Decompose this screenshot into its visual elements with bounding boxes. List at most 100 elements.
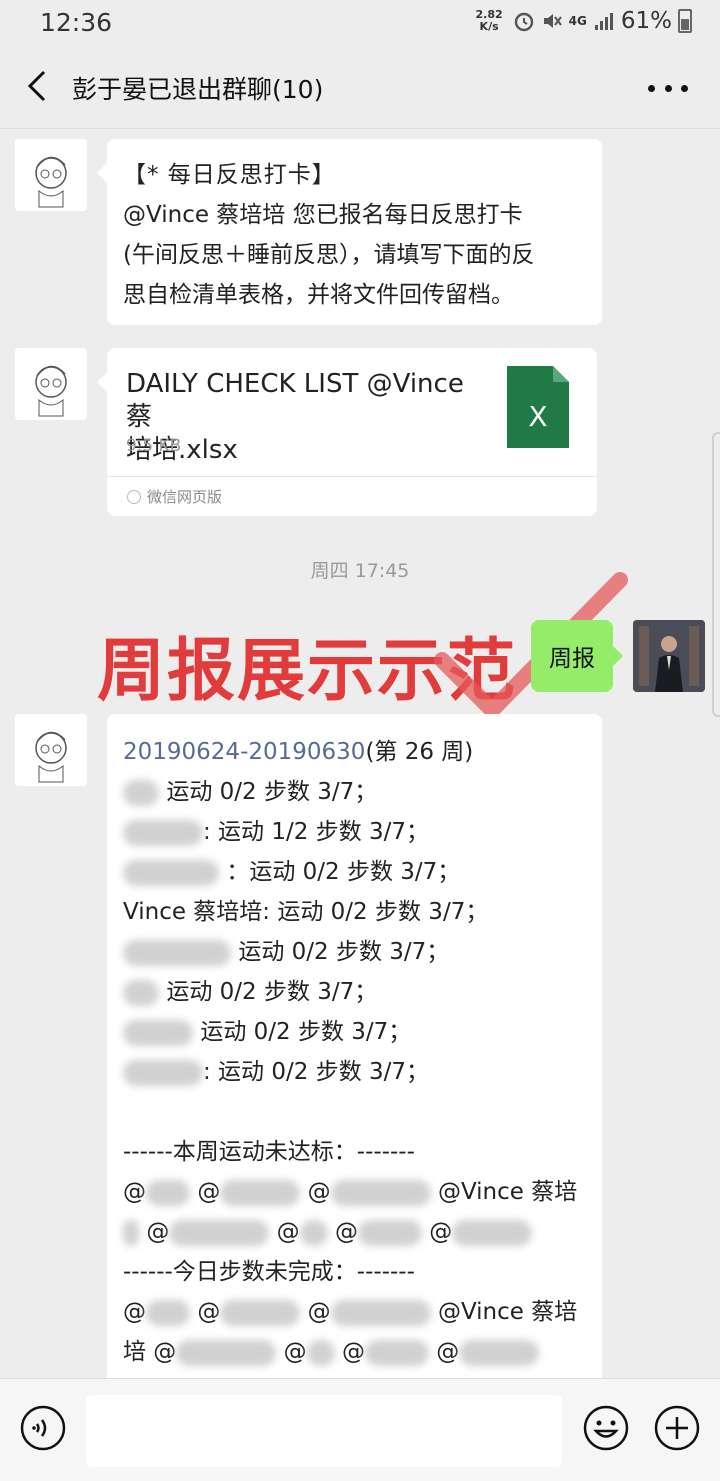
chat-input-bar [0, 1378, 720, 1481]
report-title-line: 20190624-20190630(第 26 周) [123, 732, 588, 772]
section-header: ------今日步数未完成：------- [123, 1259, 415, 1285]
mention: @ [197, 1299, 221, 1325]
report-row-text: 运动 0/2 步数 3/7； [238, 939, 450, 965]
battery-icon [678, 9, 692, 33]
excel-file-icon: X [507, 366, 569, 448]
message-timestamp: 周四 17:45 [310, 560, 410, 582]
my-avatar[interactable] [633, 620, 705, 692]
report-row-text: 运动 0/2 步数 3/7； [166, 779, 378, 805]
mention: 培 @ [123, 1339, 177, 1365]
overlay-caption: 周报展示示范 [97, 632, 518, 711]
redacted-name [123, 979, 159, 1006]
voice-icon[interactable] [19, 1404, 67, 1452]
message-input[interactable] [86, 1395, 562, 1467]
report-row: ：运动 0/2 步数 3/7； [123, 852, 588, 892]
mention-row: @ @ @ @Vince 蔡培 [123, 1172, 588, 1212]
divider [107, 476, 597, 477]
my-message-bubble[interactable]: 周报 [531, 620, 623, 692]
redacted-name [176, 1339, 277, 1366]
report-row: : 运动 0/2 步数 3/7； [123, 1052, 588, 1092]
redacted-name [123, 819, 203, 846]
report-row: 运动 0/2 步数 3/7； [123, 972, 588, 1012]
emoji-icon[interactable] [582, 1404, 630, 1452]
mention: @Vince 蔡培 [437, 1179, 578, 1205]
report-row-text: 运动 0/2 步数 3/7； [200, 1019, 412, 1045]
mention: @Vince 蔡培 [437, 1299, 578, 1325]
mention: @ [276, 1219, 300, 1245]
more-dots-icon[interactable] [648, 74, 688, 102]
report-row-text: : 运动 1/2 步数 3/7； [203, 819, 430, 845]
redacted-name [123, 859, 219, 886]
redacted-name [146, 1179, 190, 1206]
report-row-text: : 运动 0/2 步数 3/7； [203, 1059, 430, 1085]
file-source: 微信网页版 [127, 486, 222, 507]
redacted-name [123, 1059, 203, 1086]
battery-percent: 61% [620, 8, 672, 34]
report-row-text: 运动 0/2 步数 3/7； [166, 979, 378, 1005]
report-row-text: ：运动 0/2 步数 3/7； [226, 859, 461, 885]
back-arrow-icon[interactable] [20, 66, 60, 106]
mention: @ [283, 1339, 307, 1365]
report-row: : 运动 1/2 步数 3/7； [123, 812, 588, 852]
file-source-label: 微信网页版 [147, 488, 223, 506]
redacted-name [299, 1219, 328, 1246]
redacted-name [220, 1179, 301, 1206]
section-header: ------本周运动未达标：------- [123, 1139, 415, 1165]
message-line: 【* 每日反思打卡】 [123, 162, 336, 188]
file-size: 9.5 KB [126, 436, 182, 456]
redacted-name [306, 1339, 335, 1366]
plus-icon[interactable] [653, 1404, 701, 1452]
redacted-name [123, 1019, 193, 1046]
mention: @ [307, 1299, 331, 1325]
mention: @ [146, 1219, 170, 1245]
redacted-name [330, 1299, 431, 1326]
redacted-name [123, 1219, 139, 1246]
status-time: 12:36 [40, 8, 113, 37]
redacted-name [364, 1339, 429, 1366]
redacted-name [123, 939, 231, 966]
report-message-bubble[interactable]: 20190624-20190630(第 26 周) 运动 0/2 步数 3/7；… [107, 714, 602, 1394]
mention: @ [123, 1179, 146, 1205]
network-type: 4G [568, 14, 587, 28]
message-bubble[interactable]: 【* 每日反思打卡】 @Vince 蔡培培 您已报名每日反思打卡 (午间反思＋睡… [97, 139, 602, 325]
mention-row: 培 @ @ @ @ [123, 1332, 588, 1372]
net-speed-unit: K/s [479, 20, 499, 33]
mute-icon [543, 14, 562, 28]
mention: @ [429, 1219, 453, 1245]
mention: @ [341, 1339, 365, 1365]
file-card[interactable]: DAILY CHECK LIST @Vince蔡 培培.xlsx 9.5 KB … [97, 348, 597, 516]
redacted-name [357, 1219, 422, 1246]
redacted-name [459, 1339, 540, 1366]
my-message-text: 周报 [549, 646, 595, 672]
redacted-name [123, 779, 159, 806]
file-name-line: DAILY CHECK LIST @Vince蔡 [126, 369, 464, 432]
redacted-name [146, 1299, 190, 1326]
signal-icon [594, 13, 613, 30]
message-line: (午间反思＋睡前反思），请填写下面的反 [123, 242, 535, 268]
mention: @ [123, 1299, 146, 1325]
report-row: 运动 0/2 步数 3/7； [123, 932, 588, 972]
avatar[interactable] [15, 714, 87, 786]
web-user-icon [127, 489, 141, 504]
redacted-name [330, 1179, 431, 1206]
message-line: @Vince 蔡培培 您已报名每日反思打卡 [123, 202, 523, 228]
avatar[interactable] [15, 348, 87, 420]
status-icons: 2.82 K/s 4G 61% [476, 8, 692, 34]
redacted-name [220, 1299, 301, 1326]
mention: @ [334, 1219, 358, 1245]
redacted-name [452, 1219, 533, 1246]
status-bar: 12:36 2.82 K/s 4G 61% [0, 0, 720, 48]
mention: @ [197, 1179, 221, 1205]
report-row: Vince 蔡培培: 运动 0/2 步数 3/7； [123, 899, 489, 925]
report-row: 运动 0/2 步数 3/7； [123, 772, 588, 812]
chat-title: 彭于晏已退出群聊(10) [72, 75, 324, 104]
report-row: 运动 0/2 步数 3/7； [123, 1012, 588, 1052]
avatar[interactable] [15, 139, 87, 211]
excel-letter: X [528, 400, 547, 433]
redacted-name [169, 1219, 270, 1246]
mention: @ [436, 1339, 460, 1365]
alarm-icon [514, 12, 533, 32]
chat-header: 彭于晏已退出群聊(10) [0, 48, 720, 129]
date-range-link[interactable]: 20190624-20190630 [123, 739, 365, 765]
